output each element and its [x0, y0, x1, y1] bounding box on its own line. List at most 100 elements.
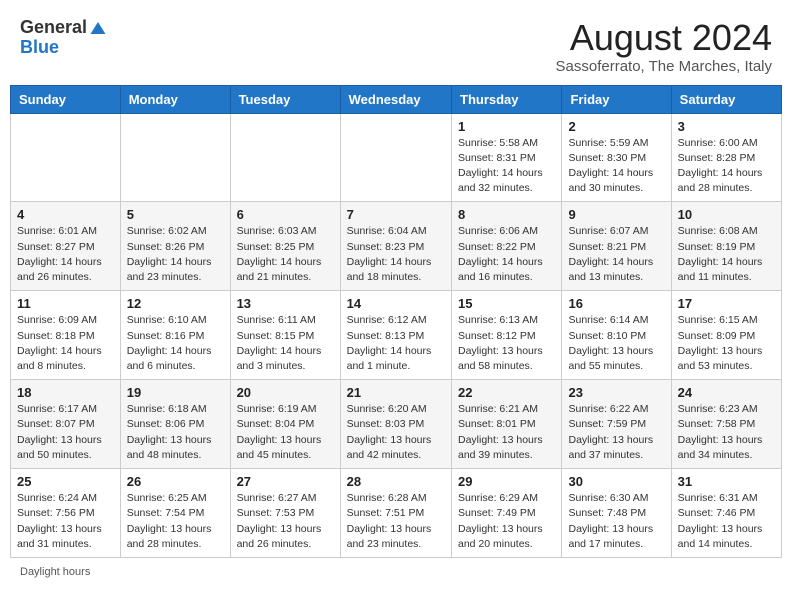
calendar-cell: 14 Sunrise: 6:12 AM Sunset: 8:13 PM Dayli… — [340, 291, 451, 380]
calendar-cell: 20 Sunrise: 6:19 AM Sunset: 8:04 PM Dayli… — [230, 380, 340, 469]
day-info: Sunrise: 6:13 AM Sunset: 8:12 PM Dayligh… — [458, 313, 555, 374]
day-number: 1 — [458, 119, 555, 134]
calendar-cell: 25 Sunrise: 6:24 AM Sunset: 7:56 PM Dayli… — [11, 469, 121, 558]
calendar-cell: 10Sunrise: 6:08 AM Sunset: 8:19 PM Dayli… — [671, 202, 781, 291]
calendar-cell: 6 Sunrise: 6:03 AM Sunset: 8:25 PM Daylig… — [230, 202, 340, 291]
day-info: Sunrise: 6:22 AM Sunset: 7:59 PM Dayligh… — [568, 402, 664, 463]
calendar-cell — [120, 113, 230, 202]
day-info: Sunrise: 6:24 AM Sunset: 7:56 PM Dayligh… — [17, 491, 114, 552]
daylight-hours-label: Daylight hours — [20, 566, 90, 578]
calendar-cell: 2Sunrise: 5:59 AM Sunset: 8:30 PM Daylig… — [562, 113, 671, 202]
col-header-thursday: Thursday — [452, 85, 562, 113]
calendar-cell: 16Sunrise: 6:14 AM Sunset: 8:10 PM Dayli… — [562, 291, 671, 380]
calendar-cell: 11 Sunrise: 6:09 AM Sunset: 8:18 PM Dayli… — [11, 291, 121, 380]
location-subtitle: Sassoferrato, The Marches, Italy — [556, 58, 772, 75]
calendar-cell: 4 Sunrise: 6:01 AM Sunset: 8:27 PM Daylig… — [11, 202, 121, 291]
day-info: Sunrise: 6:06 AM Sunset: 8:22 PM Dayligh… — [458, 224, 555, 285]
calendar-cell: 31 Sunrise: 6:31 AM Sunset: 7:46 PM Dayli… — [671, 469, 781, 558]
col-header-wednesday: Wednesday — [340, 85, 451, 113]
col-header-saturday: Saturday — [671, 85, 781, 113]
day-number: 9 — [568, 207, 664, 222]
week-row-5: 25 Sunrise: 6:24 AM Sunset: 7:56 PM Dayli… — [11, 469, 782, 558]
day-number: 25 — [17, 474, 114, 489]
day-number: 21 — [347, 385, 445, 400]
calendar-cell: 7 Sunrise: 6:04 AM Sunset: 8:23 PM Daylig… — [340, 202, 451, 291]
day-number: 31 — [678, 474, 775, 489]
week-row-1: 1Sunrise: 5:58 AM Sunset: 8:31 PM Daylig… — [11, 113, 782, 202]
col-header-monday: Monday — [120, 85, 230, 113]
day-number: 6 — [237, 207, 334, 222]
day-info: Sunrise: 6:02 AM Sunset: 8:26 PM Dayligh… — [127, 224, 224, 285]
day-number: 24 — [678, 385, 775, 400]
calendar-cell — [230, 113, 340, 202]
day-info: Sunrise: 6:07 AM Sunset: 8:21 PM Dayligh… — [568, 224, 664, 285]
logo: General Blue — [20, 18, 107, 58]
day-number: 5 — [127, 207, 224, 222]
calendar-cell: 27 Sunrise: 6:27 AM Sunset: 7:53 PM Dayli… — [230, 469, 340, 558]
day-info: Sunrise: 6:27 AM Sunset: 7:53 PM Dayligh… — [237, 491, 334, 552]
page-header: General Blue August 2024 Sassoferrato, T… — [10, 10, 782, 79]
day-number: 19 — [127, 385, 224, 400]
calendar-cell: 9 Sunrise: 6:07 AM Sunset: 8:21 PM Daylig… — [562, 202, 671, 291]
day-info: Sunrise: 6:14 AM Sunset: 8:10 PM Dayligh… — [568, 313, 664, 374]
calendar-cell: 30 Sunrise: 6:30 AM Sunset: 7:48 PM Dayli… — [562, 469, 671, 558]
col-header-tuesday: Tuesday — [230, 85, 340, 113]
day-number: 11 — [17, 296, 114, 311]
day-info: Sunrise: 6:30 AM Sunset: 7:48 PM Dayligh… — [568, 491, 664, 552]
day-info: Sunrise: 6:20 AM Sunset: 8:03 PM Dayligh… — [347, 402, 445, 463]
calendar-cell — [340, 113, 451, 202]
day-info: Sunrise: 6:12 AM Sunset: 8:13 PM Dayligh… — [347, 313, 445, 374]
calendar-cell: 18Sunrise: 6:17 AM Sunset: 8:07 PM Dayli… — [11, 380, 121, 469]
week-row-3: 11 Sunrise: 6:09 AM Sunset: 8:18 PM Dayli… — [11, 291, 782, 380]
day-number: 27 — [237, 474, 334, 489]
day-number: 8 — [458, 207, 555, 222]
day-info: Sunrise: 6:03 AM Sunset: 8:25 PM Dayligh… — [237, 224, 334, 285]
day-info: Sunrise: 6:25 AM Sunset: 7:54 PM Dayligh… — [127, 491, 224, 552]
day-info: Sunrise: 6:08 AM Sunset: 8:19 PM Dayligh… — [678, 224, 775, 285]
col-header-friday: Friday — [562, 85, 671, 113]
day-info: Sunrise: 6:19 AM Sunset: 8:04 PM Dayligh… — [237, 402, 334, 463]
calendar-cell: 1Sunrise: 5:58 AM Sunset: 8:31 PM Daylig… — [452, 113, 562, 202]
calendar-cell: 21 Sunrise: 6:20 AM Sunset: 8:03 PM Dayli… — [340, 380, 451, 469]
calendar-cell: 22Sunrise: 6:21 AM Sunset: 8:01 PM Dayli… — [452, 380, 562, 469]
calendar-cell: 5 Sunrise: 6:02 AM Sunset: 8:26 PM Daylig… — [120, 202, 230, 291]
week-row-2: 4 Sunrise: 6:01 AM Sunset: 8:27 PM Daylig… — [11, 202, 782, 291]
day-info: Sunrise: 6:00 AM Sunset: 8:28 PM Dayligh… — [678, 136, 775, 197]
day-info: Sunrise: 6:21 AM Sunset: 8:01 PM Dayligh… — [458, 402, 555, 463]
week-row-4: 18Sunrise: 6:17 AM Sunset: 8:07 PM Dayli… — [11, 380, 782, 469]
calendar-cell: 28Sunrise: 6:28 AM Sunset: 7:51 PM Dayli… — [340, 469, 451, 558]
logo-blue-text: Blue — [20, 38, 59, 58]
calendar-cell: 8 Sunrise: 6:06 AM Sunset: 8:22 PM Daylig… — [452, 202, 562, 291]
day-info: Sunrise: 6:31 AM Sunset: 7:46 PM Dayligh… — [678, 491, 775, 552]
day-number: 7 — [347, 207, 445, 222]
day-info: Sunrise: 6:11 AM Sunset: 8:15 PM Dayligh… — [237, 313, 334, 374]
day-info: Sunrise: 6:09 AM Sunset: 8:18 PM Dayligh… — [17, 313, 114, 374]
day-info: Sunrise: 6:28 AM Sunset: 7:51 PM Dayligh… — [347, 491, 445, 552]
logo-icon — [89, 19, 107, 37]
day-number: 20 — [237, 385, 334, 400]
month-title: August 2024 — [556, 18, 772, 58]
day-info: Sunrise: 5:59 AM Sunset: 8:30 PM Dayligh… — [568, 136, 664, 197]
calendar-cell: 15 Sunrise: 6:13 AM Sunset: 8:12 PM Dayli… — [452, 291, 562, 380]
col-header-sunday: Sunday — [11, 85, 121, 113]
day-number: 29 — [458, 474, 555, 489]
calendar-cell: 23Sunrise: 6:22 AM Sunset: 7:59 PM Dayli… — [562, 380, 671, 469]
day-number: 14 — [347, 296, 445, 311]
day-number: 26 — [127, 474, 224, 489]
day-number: 30 — [568, 474, 664, 489]
calendar-cell — [11, 113, 121, 202]
day-number: 17 — [678, 296, 775, 311]
calendar-cell: 17 Sunrise: 6:15 AM Sunset: 8:09 PM Dayli… — [671, 291, 781, 380]
day-info: Sunrise: 6:15 AM Sunset: 8:09 PM Dayligh… — [678, 313, 775, 374]
day-number: 4 — [17, 207, 114, 222]
day-info: Sunrise: 6:10 AM Sunset: 8:16 PM Dayligh… — [127, 313, 224, 374]
day-info: Sunrise: 6:01 AM Sunset: 8:27 PM Dayligh… — [17, 224, 114, 285]
calendar-cell: 24Sunrise: 6:23 AM Sunset: 7:58 PM Dayli… — [671, 380, 781, 469]
calendar-cell: 13 Sunrise: 6:11 AM Sunset: 8:15 PM Dayli… — [230, 291, 340, 380]
day-number: 15 — [458, 296, 555, 311]
calendar-cell: 3Sunrise: 6:00 AM Sunset: 8:28 PM Daylig… — [671, 113, 781, 202]
day-number: 13 — [237, 296, 334, 311]
calendar-cell: 19Sunrise: 6:18 AM Sunset: 8:06 PM Dayli… — [120, 380, 230, 469]
day-info: Sunrise: 6:29 AM Sunset: 7:49 PM Dayligh… — [458, 491, 555, 552]
day-info: Sunrise: 6:04 AM Sunset: 8:23 PM Dayligh… — [347, 224, 445, 285]
